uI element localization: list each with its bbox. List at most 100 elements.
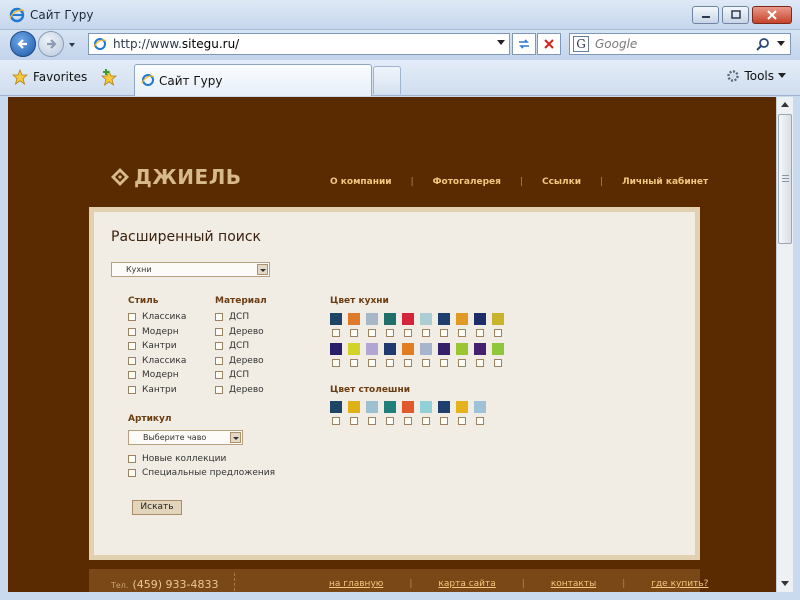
scroll-up-button[interactable]	[777, 97, 793, 113]
color-swatch[interactable]	[474, 313, 486, 325]
color-swatch[interactable]	[366, 401, 378, 413]
color-checkbox[interactable]	[368, 417, 376, 425]
nav-links[interactable]: Ссылки	[542, 177, 581, 187]
checkbox[interactable]	[128, 386, 136, 394]
color-checkbox[interactable]	[368, 329, 376, 337]
color-checkbox[interactable]	[422, 417, 430, 425]
option-row[interactable]: Дерево	[215, 385, 264, 395]
option-row[interactable]: Дерево	[215, 327, 264, 337]
nav-about[interactable]: О компании	[330, 177, 392, 187]
maximize-button[interactable]	[722, 6, 749, 24]
color-checkbox[interactable]	[422, 329, 430, 337]
option-row[interactable]: ДСП	[215, 370, 249, 380]
color-swatch[interactable]	[438, 401, 450, 413]
color-checkbox[interactable]	[476, 359, 484, 367]
color-swatch[interactable]	[348, 401, 360, 413]
footer-link-where-to-buy[interactable]: где купить?	[651, 579, 708, 589]
color-checkbox[interactable]	[476, 329, 484, 337]
color-checkbox[interactable]	[404, 329, 412, 337]
option-row[interactable]: Классика	[128, 312, 186, 322]
color-swatch[interactable]	[348, 343, 360, 355]
color-checkbox[interactable]	[422, 359, 430, 367]
checkbox[interactable]	[215, 371, 223, 380]
search-button[interactable]: Искать	[132, 500, 182, 515]
history-dropdown-icon[interactable]	[67, 40, 77, 50]
option-row[interactable]: Дерево	[215, 356, 264, 366]
vertical-scrollbar[interactable]	[776, 97, 793, 592]
close-button[interactable]	[752, 6, 792, 24]
color-checkbox[interactable]	[404, 417, 412, 425]
color-swatch[interactable]	[474, 401, 486, 413]
color-swatch[interactable]	[420, 313, 432, 325]
checkbox[interactable]	[215, 313, 223, 321]
color-swatch[interactable]	[330, 401, 342, 413]
category-select[interactable]: Кухни	[111, 262, 270, 277]
color-checkbox[interactable]	[332, 417, 340, 425]
color-swatch[interactable]	[402, 401, 414, 413]
nav-gallery[interactable]: Фотогалерея	[433, 177, 501, 187]
color-checkbox[interactable]	[368, 359, 376, 367]
color-swatch[interactable]	[330, 313, 342, 325]
option-row[interactable]: ДСП	[215, 312, 249, 322]
search-box[interactable]: G Google	[569, 33, 791, 55]
tab-sitegu[interactable]: Сайт Гуру	[134, 64, 372, 96]
option-row[interactable]: ДСП	[215, 341, 249, 351]
color-swatch[interactable]	[366, 343, 378, 355]
color-swatch[interactable]	[402, 343, 414, 355]
checkbox[interactable]	[128, 469, 136, 477]
color-checkbox[interactable]	[494, 359, 502, 367]
color-checkbox[interactable]	[332, 359, 340, 367]
footer-link-home[interactable]: на главную	[329, 579, 383, 589]
option-row[interactable]: Кантри	[128, 385, 177, 395]
checkbox[interactable]	[128, 327, 136, 336]
site-logo[interactable]: ДЖИЕЛЬ	[110, 165, 242, 189]
chevron-down-icon[interactable]	[497, 40, 505, 46]
checkbox[interactable]	[128, 342, 136, 351]
color-checkbox[interactable]	[350, 359, 358, 367]
checkbox[interactable]	[128, 371, 136, 380]
color-swatch[interactable]	[474, 343, 486, 355]
footer-link-contacts[interactable]: контакты	[551, 579, 596, 589]
favorites-button[interactable]: Favorites	[12, 69, 87, 85]
color-swatch[interactable]	[348, 313, 360, 325]
option-row[interactable]: Модерн	[128, 370, 179, 380]
checkbox[interactable]	[128, 313, 136, 321]
forward-button[interactable]	[38, 31, 64, 57]
color-swatch[interactable]	[420, 401, 432, 413]
color-checkbox[interactable]	[404, 359, 412, 367]
color-checkbox[interactable]	[386, 329, 394, 337]
color-checkbox[interactable]	[458, 359, 466, 367]
color-checkbox[interactable]	[440, 359, 448, 367]
color-checkbox[interactable]	[458, 329, 466, 337]
color-checkbox[interactable]	[350, 417, 358, 425]
color-swatch[interactable]	[456, 313, 468, 325]
back-button[interactable]	[10, 31, 36, 57]
color-swatch[interactable]	[456, 343, 468, 355]
minimize-button[interactable]	[692, 6, 719, 24]
scroll-thumb[interactable]	[778, 114, 792, 244]
checkbox[interactable]	[128, 356, 136, 365]
option-row[interactable]: Кантри	[128, 341, 177, 351]
tools-button[interactable]: Tools	[726, 69, 786, 83]
color-checkbox[interactable]	[350, 329, 358, 337]
footer-link-sitemap[interactable]: карта сайта	[438, 579, 495, 589]
checkbox[interactable]	[128, 455, 136, 463]
color-swatch[interactable]	[402, 313, 414, 325]
color-swatch[interactable]	[366, 313, 378, 325]
address-bar[interactable]: http://www.sitegu.ru/	[88, 33, 510, 55]
add-favorite-icon[interactable]	[100, 69, 118, 87]
new-collections-option[interactable]: Новые коллекции	[128, 454, 226, 464]
address-text[interactable]: http://www.sitegu.ru/	[113, 37, 239, 51]
stop-button[interactable]	[537, 33, 561, 55]
checkbox[interactable]	[215, 342, 223, 351]
color-swatch[interactable]	[438, 343, 450, 355]
color-checkbox[interactable]	[440, 417, 448, 425]
color-swatch[interactable]	[330, 343, 342, 355]
color-swatch[interactable]	[492, 343, 504, 355]
special-offers-option[interactable]: Специальные предложения	[128, 468, 275, 478]
color-swatch[interactable]	[420, 343, 432, 355]
color-checkbox[interactable]	[458, 417, 466, 425]
color-swatch[interactable]	[384, 343, 396, 355]
new-tab-button[interactable]	[373, 66, 401, 94]
color-swatch[interactable]	[438, 313, 450, 325]
